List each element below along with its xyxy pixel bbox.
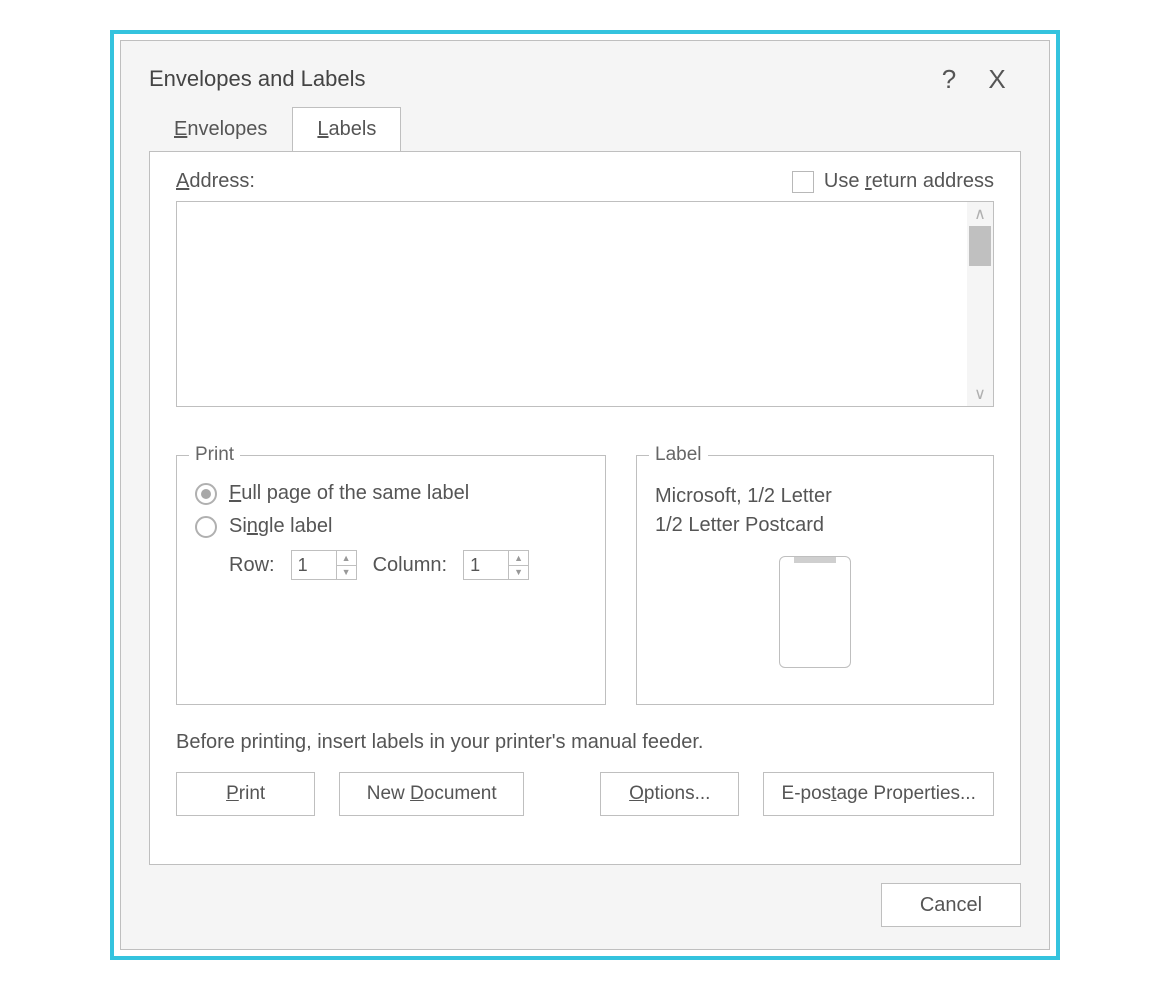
label-preview-icon: [779, 556, 851, 668]
use-return-address-checkbox[interactable]: Use return address: [792, 170, 994, 193]
single-label-inputs: Row: 1 ▲▼ Column: 1 ▲▼: [195, 550, 587, 580]
titlebar: Envelopes and Labels ? X: [121, 41, 1049, 103]
tab-labels[interactable]: Labels: [292, 107, 401, 152]
options-button[interactable]: Options...: [600, 772, 739, 816]
dialog-window: Envelopes and Labels ? X Envelopes Label…: [120, 40, 1050, 950]
group-row: Print Full page of the same label Single…: [176, 455, 994, 705]
checkbox-box-icon: [792, 171, 814, 193]
scroll-down-icon[interactable]: ∨: [967, 382, 993, 406]
column-spinbox[interactable]: 1 ▲▼: [463, 550, 529, 580]
row-value: 1: [292, 551, 336, 579]
spin-arrows[interactable]: ▲▼: [508, 551, 528, 579]
radio-full-page-label: Full page of the same label: [229, 482, 469, 505]
row-spinbox[interactable]: 1 ▲▼: [291, 550, 357, 580]
tab-envelopes[interactable]: Envelopes: [149, 107, 292, 152]
labels-panel: Address: Use return address ∧ ∨: [149, 151, 1021, 865]
address-label: Address:: [176, 170, 792, 193]
tab-row: Envelopes Labels: [121, 103, 1049, 151]
spin-up-icon[interactable]: ▲: [509, 551, 528, 566]
spin-arrows[interactable]: ▲▼: [336, 551, 356, 579]
address-header-row: Address: Use return address: [176, 170, 994, 193]
print-button[interactable]: Print: [176, 772, 315, 816]
print-group: Print Full page of the same label Single…: [176, 455, 606, 705]
address-textarea[interactable]: ∧ ∨: [176, 201, 994, 407]
dialog-title: Envelopes and Labels: [149, 66, 925, 92]
action-buttons-row: Print New Document Options... E-postage …: [176, 772, 994, 816]
spin-up-icon[interactable]: ▲: [337, 551, 356, 566]
radio-icon: [195, 483, 217, 505]
hint-text: Before printing, insert labels in your p…: [176, 731, 994, 754]
close-icon[interactable]: X: [973, 64, 1021, 95]
label-info: Microsoft, 1/2 Letter 1/2 Letter Postcar…: [655, 482, 975, 540]
cancel-row: Cancel: [121, 865, 1049, 927]
use-return-address-label: Use return address: [824, 170, 994, 193]
radio-single-label[interactable]: Single label: [195, 515, 587, 538]
help-icon[interactable]: ?: [925, 64, 973, 95]
label-legend: Label: [649, 444, 708, 466]
new-document-button[interactable]: New Document: [339, 772, 524, 816]
label-group[interactable]: Label Microsoft, 1/2 Letter 1/2 Letter P…: [636, 455, 994, 705]
spin-down-icon[interactable]: ▼: [509, 566, 528, 580]
label-line1: Microsoft, 1/2 Letter: [655, 482, 975, 511]
cancel-button[interactable]: Cancel: [881, 883, 1021, 927]
radio-full-page[interactable]: Full page of the same label: [195, 482, 587, 505]
epostage-properties-button[interactable]: E-postage Properties...: [763, 772, 994, 816]
row-label: Row:: [229, 554, 275, 577]
radio-icon: [195, 516, 217, 538]
label-line2: 1/2 Letter Postcard: [655, 511, 975, 540]
scroll-thumb[interactable]: [969, 226, 991, 266]
dialog-outer-border: Envelopes and Labels ? X Envelopes Label…: [110, 30, 1060, 960]
print-legend: Print: [189, 444, 240, 466]
radio-single-label-text: Single label: [229, 515, 332, 538]
dialog-frame: Envelopes and Labels ? X Envelopes Label…: [0, 0, 1172, 1000]
column-value: 1: [464, 551, 508, 579]
column-label: Column:: [373, 554, 447, 577]
scrollbar[interactable]: ∧ ∨: [967, 202, 993, 406]
spin-down-icon[interactable]: ▼: [337, 566, 356, 580]
scroll-up-icon[interactable]: ∧: [967, 202, 993, 226]
